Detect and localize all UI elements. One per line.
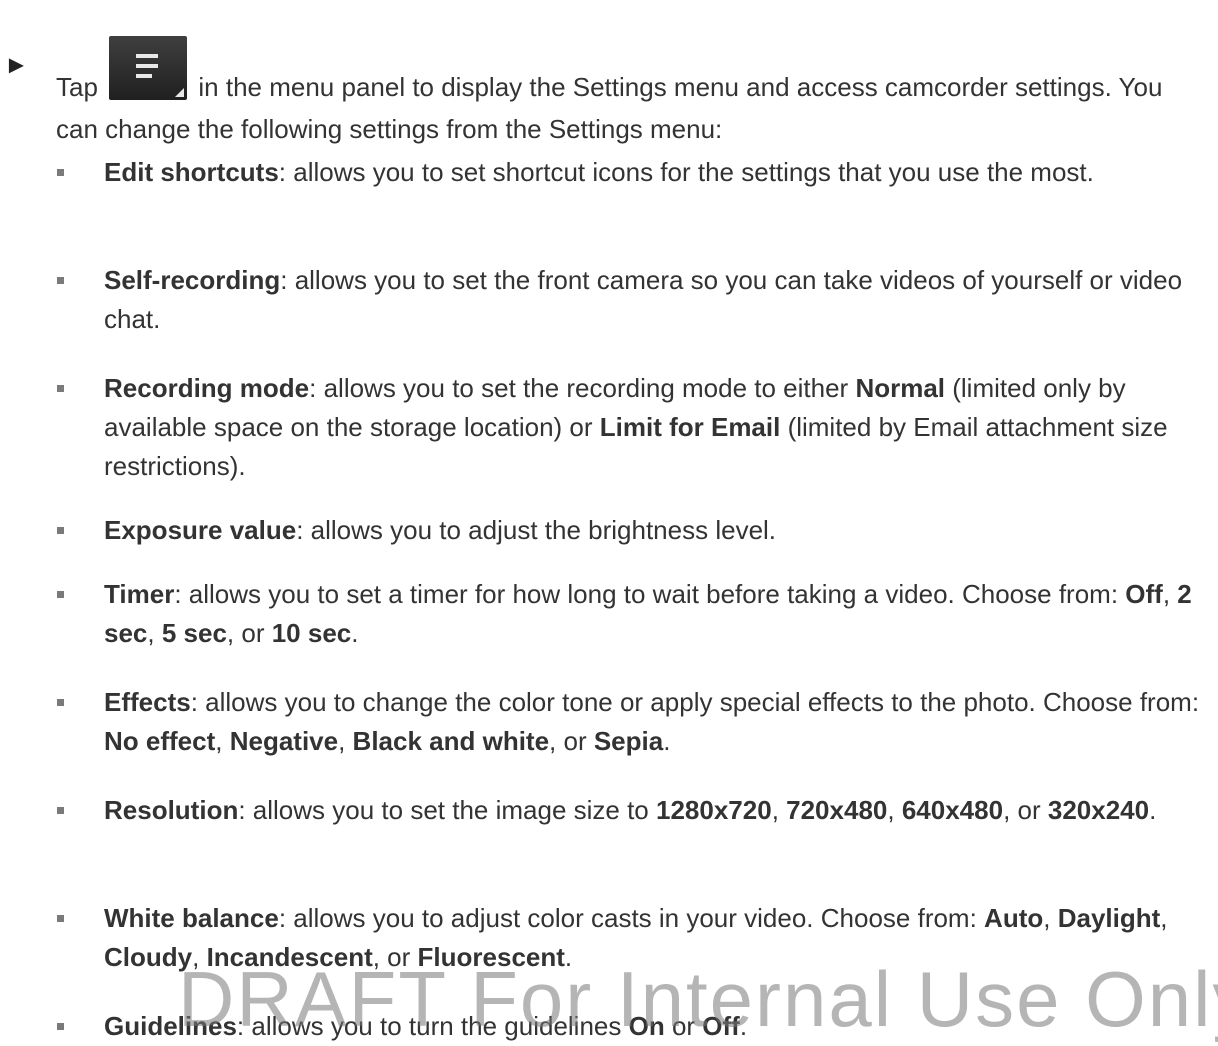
option: Daylight — [1057, 903, 1161, 933]
option: Limit for Email — [599, 412, 781, 442]
intro-rest: in the menu panel to display the Setting… — [56, 72, 1163, 144]
description: : allows you to adjust color casts in yo… — [278, 903, 985, 933]
separator: , — [147, 618, 162, 648]
separator: , — [1043, 903, 1058, 933]
intro-text: Tap in the menu panel to display the Set… — [56, 36, 1206, 149]
option: 5 sec — [161, 618, 227, 648]
option: Auto — [984, 903, 1044, 933]
description: : allows you to set shortcut icons for t… — [278, 157, 1094, 187]
document-page: ► Tap in the menu panel to display the S… — [0, 0, 1218, 1041]
end: . — [351, 618, 359, 648]
term: Exposure value — [104, 515, 297, 545]
option: Sepia — [593, 726, 664, 756]
separator: , or — [226, 618, 272, 648]
bullet-icon — [57, 699, 64, 706]
description: : allows you to change the color tone or… — [190, 687, 1200, 717]
separator: , — [1162, 579, 1178, 609]
separator: , — [771, 795, 787, 825]
bullet-icon — [57, 915, 64, 922]
description: : allows you to set the image size to — [238, 795, 656, 825]
end: . — [1149, 795, 1157, 825]
intro-tap: Tap — [56, 72, 98, 102]
option: Normal — [855, 373, 946, 403]
term: Resolution — [104, 795, 239, 825]
bullet-icon — [57, 591, 64, 598]
bullet-icon — [57, 527, 64, 534]
option: 320x240 — [1047, 795, 1150, 825]
separator: , or — [1003, 795, 1048, 825]
separator: , — [338, 726, 353, 756]
term: White balance — [104, 903, 279, 933]
term: Edit shortcuts — [104, 157, 279, 187]
bullet-icon — [57, 1023, 64, 1030]
term: Effects — [104, 687, 191, 717]
description: : allows you to set a timer for how long… — [174, 579, 1126, 609]
description: : allows you to adjust the brightness le… — [296, 515, 777, 545]
settings-menu-icon — [109, 36, 188, 100]
option: Off — [1125, 579, 1163, 609]
bullet-icon — [57, 385, 64, 392]
term: Recording mode — [104, 373, 310, 403]
draft-watermark: DRAFT For Internal Use Only — [178, 955, 1218, 1043]
option: No effect — [104, 726, 216, 756]
end: . — [663, 726, 671, 756]
separator: , — [887, 795, 902, 825]
bullet-icon — [57, 277, 64, 284]
bullet-icon — [57, 169, 64, 176]
option: Negative — [229, 726, 339, 756]
separator: , — [1160, 903, 1168, 933]
step-arrow-icon: ► — [4, 51, 29, 79]
option: Black and white — [352, 726, 550, 756]
term: Self-recording — [104, 265, 281, 295]
separator: , or — [549, 726, 594, 756]
option: 720x480 — [786, 795, 888, 825]
bullet-icon — [57, 807, 64, 814]
option: 640x480 — [901, 795, 1004, 825]
option: 10 sec — [271, 618, 352, 648]
description: : allows you to set the recording mode t… — [309, 373, 856, 403]
separator: , — [215, 726, 230, 756]
term: Timer — [104, 579, 175, 609]
option: 1280x720 — [656, 795, 772, 825]
